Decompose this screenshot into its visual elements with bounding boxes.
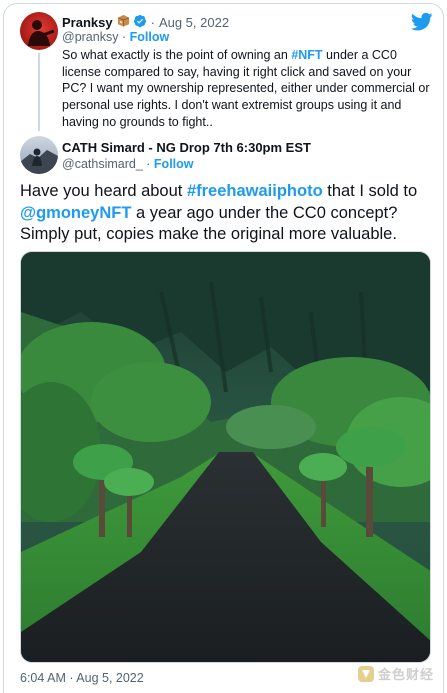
tweet2-text: Have you heard about #freehawaiiphoto th… <box>20 181 440 246</box>
tweet-timestamp[interactable]: 6:04 AM · Aug 5, 2022 <box>20 671 144 685</box>
separator-dot: · <box>150 14 155 30</box>
hawaii-road-photo-icon <box>21 252 430 662</box>
tweet-text: that I sold to <box>322 182 418 200</box>
hashtag-link[interactable]: #NFT <box>291 48 322 62</box>
tweet-photo[interactable] <box>20 251 431 663</box>
tweet2-handle-row: @cathsimard_ · Follow <box>62 157 194 171</box>
watermark: 金色财经 <box>357 664 434 683</box>
tweet1-handle-row: @pranksy · Follow <box>62 30 169 44</box>
display-name[interactable]: CATH Simard - NG Drop 7th 6:30pm EST <box>62 140 311 155</box>
follow-button[interactable]: Follow <box>154 157 194 171</box>
separator-dot: · <box>121 30 127 44</box>
follow-button[interactable]: Follow <box>130 30 170 44</box>
package-box-icon <box>117 14 130 30</box>
avatar-figure-icon <box>28 20 55 46</box>
avatar[interactable] <box>20 12 58 50</box>
twitter-bird-icon[interactable] <box>411 12 433 32</box>
tweet1-text: So what exactly is the point of owning a… <box>62 47 434 131</box>
hashtag-link[interactable]: #freehawaiiphoto <box>187 182 323 200</box>
separator-dot: · <box>146 157 151 171</box>
tweet-text: Have you heard about <box>20 182 187 200</box>
thread-line <box>38 53 40 131</box>
tweet-date[interactable]: Aug 5, 2022 <box>159 15 229 30</box>
jinse-logo-icon <box>358 665 374 682</box>
verified-badge-icon <box>133 14 147 31</box>
watermark-text: 金色财经 <box>378 667 435 682</box>
avatar[interactable] <box>20 136 58 174</box>
tweet1-header: Pranksy · Aug 5, 2022 <box>62 13 229 31</box>
user-handle[interactable]: @pranksy <box>62 30 118 44</box>
user-handle[interactable]: @cathsimard_ <box>62 157 143 171</box>
display-name[interactable]: Pranksy <box>62 15 113 30</box>
avatar-silhouette-icon <box>20 148 58 174</box>
mention-link[interactable]: @gmoneyNFT <box>20 204 131 222</box>
tweet-text: So what exactly is the point of owning a… <box>62 48 292 62</box>
